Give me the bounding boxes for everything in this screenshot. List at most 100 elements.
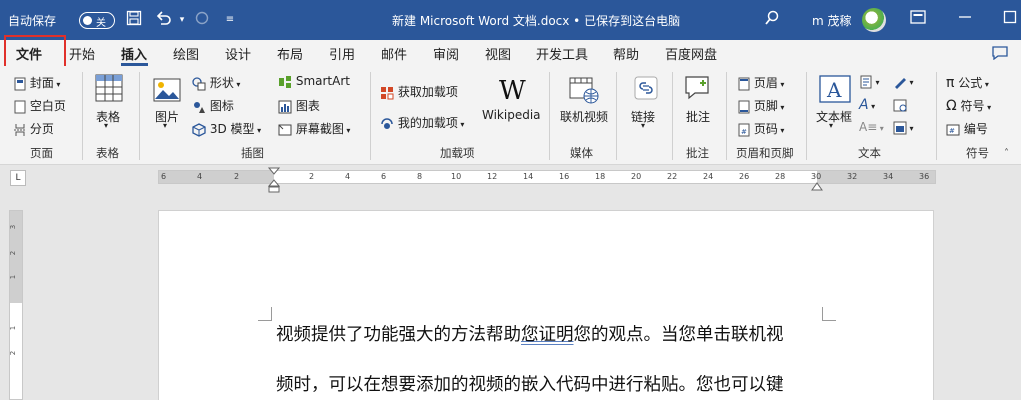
- tab-references[interactable]: 引用: [329, 44, 355, 63]
- ruler-tick: 6: [161, 172, 167, 181]
- shapes-button[interactable]: 形状 ▾: [192, 74, 240, 91]
- search-icon[interactable]: [762, 10, 782, 30]
- comments-icon[interactable]: [992, 45, 1008, 64]
- icons-button[interactable]: 图标: [192, 97, 234, 114]
- ruler-tick: 12: [487, 172, 498, 181]
- tab-layout[interactable]: 布局: [277, 44, 303, 63]
- text-box-label: 文本框: [816, 110, 853, 124]
- screenshot-button[interactable]: 屏幕截图 ▾: [278, 120, 350, 137]
- shapes-label: 形状: [209, 76, 234, 90]
- equation-button[interactable]: π 公式 ▾: [946, 74, 989, 91]
- ruler-tick: 18: [595, 172, 606, 181]
- ribbon-display-options-icon[interactable]: [908, 10, 928, 30]
- smartart-button[interactable]: SmartArt: [278, 74, 350, 89]
- drop-cap-button[interactable]: A≡ ▾: [859, 120, 884, 134]
- group-separator: [672, 72, 673, 160]
- symbol-label: 符号: [960, 99, 985, 113]
- table-icon[interactable]: [95, 74, 123, 106]
- grammar-flagged-text[interactable]: 您证明: [521, 325, 574, 345]
- group-separator: [936, 72, 937, 160]
- tab-design[interactable]: 设计: [225, 44, 251, 63]
- undo-icon[interactable]: [154, 10, 174, 30]
- collapse-ribbon-icon[interactable]: ˄: [1004, 148, 1009, 159]
- ruler-tick: 2: [309, 172, 315, 181]
- avatar[interactable]: [862, 8, 886, 32]
- tab-developer[interactable]: 开发工具: [536, 44, 588, 63]
- new-comment-icon[interactable]: [685, 76, 711, 104]
- tab-review[interactable]: 审阅: [433, 44, 459, 63]
- autosave-toggle[interactable]: 关: [79, 12, 115, 29]
- footer-button[interactable]: 页脚 ▾: [738, 97, 784, 114]
- chart-button[interactable]: 图表: [278, 97, 320, 114]
- minimize-icon[interactable]: [955, 10, 975, 30]
- numbering-label: 编号: [963, 122, 988, 136]
- tab-view[interactable]: 视图: [485, 44, 511, 63]
- maximize-icon[interactable]: [1000, 10, 1020, 30]
- ruler-right-margin: [817, 171, 935, 183]
- group-label-illustrations: 插图: [241, 146, 264, 160]
- undo-dropdown-icon[interactable]: ▾: [172, 10, 192, 30]
- header-button[interactable]: 页眉 ▾: [738, 74, 784, 91]
- paragraph-line-1[interactable]: 视频提供了功能强大的方法帮助您证明您的观点。当您单击联机视: [276, 321, 784, 346]
- tab-help[interactable]: 帮助: [613, 44, 639, 63]
- group-label-comments: 批注: [686, 146, 709, 160]
- tab-mailings[interactable]: 邮件: [381, 44, 407, 63]
- smartart-label: SmartArt: [295, 74, 350, 88]
- 3d-models-button[interactable]: 3D 模型 ▾: [192, 120, 261, 137]
- quick-parts-button[interactable]: ▾: [859, 74, 880, 89]
- tab-draw[interactable]: 绘图: [173, 44, 199, 63]
- tab-insert[interactable]: 插入: [121, 44, 147, 63]
- ruler-tick: 4: [197, 172, 203, 181]
- online-video-label: 联机视频: [560, 110, 609, 124]
- cover-page-button[interactable]: 封面 ▾: [14, 74, 60, 91]
- wordart-button[interactable]: A ▾: [859, 97, 875, 113]
- ruler-tick: 26: [739, 172, 750, 181]
- tab-baidu-netdisk[interactable]: 百度网盘: [665, 44, 717, 63]
- tab-selector[interactable]: L: [10, 170, 26, 186]
- text-box-icon[interactable]: A: [819, 75, 851, 107]
- link-icon[interactable]: [634, 76, 658, 104]
- save-icon[interactable]: [124, 10, 144, 30]
- right-indent-marker[interactable]: [811, 176, 823, 195]
- page-break-button[interactable]: 分页: [14, 120, 54, 137]
- document-page[interactable]: 视频提供了功能强大的方法帮助您证明您的观点。当您单击联机视 频时，可以在想要添加…: [158, 210, 934, 400]
- object-button[interactable]: ▾: [893, 120, 914, 135]
- svg-text:A: A: [826, 78, 842, 102]
- ruler-tick: 20: [631, 172, 642, 181]
- tab-home[interactable]: 开始: [69, 44, 95, 63]
- numbering-button[interactable]: # 编号: [946, 120, 988, 137]
- ruler-tick: 36: [919, 172, 930, 181]
- picture-icon[interactable]: [153, 78, 181, 106]
- ruler-tick: 2: [234, 172, 240, 181]
- first-line-indent-marker[interactable]: [267, 167, 281, 197]
- blank-page-button[interactable]: 空白页: [14, 97, 66, 114]
- vertical-ruler[interactable]: 3 2 1 1 2: [9, 210, 23, 400]
- ribbon-tabs: 文件 开始 插入 绘图 设计 布局 引用 邮件 审阅 视图 开发工具 帮助 百度…: [0, 40, 1021, 66]
- group-label-header-footer: 页眉和页脚: [736, 146, 794, 160]
- autosave-state: 关: [96, 18, 106, 29]
- ruler-tick: 8: [417, 172, 423, 181]
- symbol-button[interactable]: Ω 符号 ▾: [946, 97, 991, 114]
- ruler-tick: 16: [559, 172, 570, 181]
- user-name[interactable]: m 茂稼: [812, 12, 852, 29]
- table-dropdown-icon[interactable]: ▾: [104, 121, 108, 130]
- group-separator: [139, 72, 140, 160]
- online-video-icon[interactable]: [569, 76, 599, 108]
- my-addins-button[interactable]: 我的加载项 ▾: [380, 114, 464, 131]
- date-time-button[interactable]: [893, 97, 907, 112]
- redo-icon[interactable]: [192, 10, 212, 30]
- wikipedia-icon[interactable]: W: [499, 76, 526, 106]
- text-box-dropdown-icon[interactable]: ▾: [829, 121, 833, 130]
- ruler-tick: 6: [381, 172, 387, 181]
- page-number-button[interactable]: # 页码 ▾: [738, 120, 784, 137]
- customize-qat-icon[interactable]: ≡: [220, 10, 240, 30]
- group-separator: [726, 72, 727, 160]
- svg-text:#: #: [741, 128, 747, 136]
- get-addins-button[interactable]: 获取加载项: [380, 83, 458, 100]
- paragraph-line-2[interactable]: 频时，可以在想要添加的视频的嵌入代码中进行粘贴。您也可以键: [276, 371, 784, 396]
- link-dropdown-icon[interactable]: ▾: [641, 121, 645, 130]
- margin-corner-marker: [822, 307, 836, 321]
- picture-dropdown-icon[interactable]: ▾: [163, 121, 167, 130]
- signature-line-button[interactable]: ▾: [893, 74, 914, 89]
- toggle-knob: [83, 16, 92, 25]
